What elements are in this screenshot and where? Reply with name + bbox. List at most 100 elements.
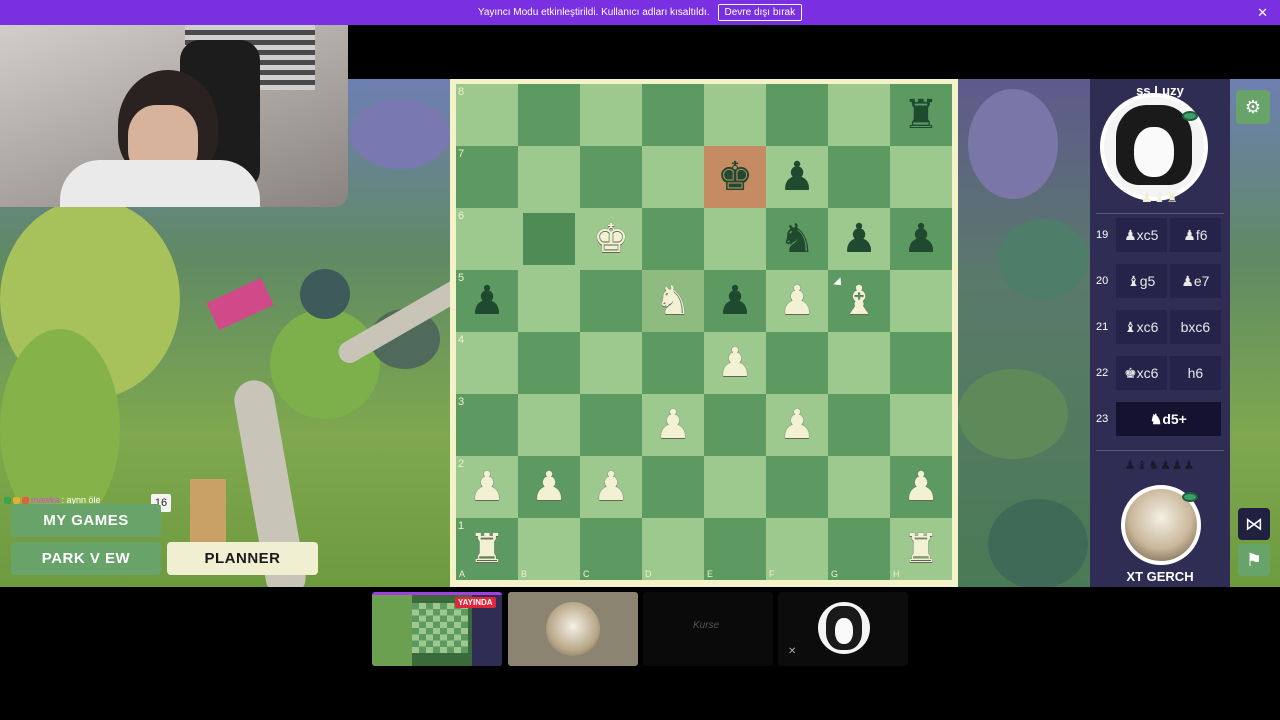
square-b4[interactable]	[518, 332, 580, 394]
square-d2[interactable]	[642, 456, 704, 518]
square-c6[interactable]: ♚	[580, 208, 642, 270]
disable-streamer-mode-button[interactable]: Devre dışı bırak	[717, 4, 803, 21]
square-a1[interactable]: 1 A ♜	[456, 518, 518, 580]
white-pawn-icon[interactable]: ♟	[779, 281, 815, 321]
white-move[interactable]: ♟xc5	[1115, 218, 1167, 252]
square-b7[interactable]	[518, 146, 580, 208]
square-c3[interactable]	[580, 394, 642, 456]
square-h1[interactable]: H ♜	[890, 518, 952, 580]
square-b8[interactable]	[518, 84, 580, 146]
eye-icon[interactable]	[1182, 492, 1198, 502]
square-h8[interactable]: ♜	[890, 84, 952, 146]
white-move[interactable]: ♝xc6	[1115, 310, 1167, 344]
gear-icon[interactable]: ⚙	[1236, 90, 1270, 124]
square-a5[interactable]: 5 ♟	[456, 270, 518, 332]
square-f2[interactable]	[766, 456, 828, 518]
square-g2[interactable]	[828, 456, 890, 518]
my-games-button[interactable]: MY GAMES	[11, 504, 161, 537]
black-move[interactable]: h6	[1169, 356, 1221, 390]
square-d1[interactable]: D	[642, 518, 704, 580]
white-pawn-icon[interactable]: ♟	[531, 467, 567, 507]
white-rook-icon[interactable]: ♜	[469, 529, 505, 569]
white-move[interactable]: ♞d5+	[1115, 402, 1221, 436]
black-move[interactable]: ♟f6	[1169, 218, 1221, 252]
planner-button[interactable]: PLANNER	[167, 542, 318, 575]
square-c2[interactable]: ♟	[580, 456, 642, 518]
white-pawn-icon[interactable]: ♟	[717, 343, 753, 383]
square-a3[interactable]: 3	[456, 394, 518, 456]
square-b1[interactable]: B	[518, 518, 580, 580]
black-king-icon[interactable]: ♚	[717, 157, 753, 197]
close-icon[interactable]: ✕	[1257, 5, 1268, 21]
black-pawn-icon[interactable]: ♟	[469, 281, 505, 321]
white-knight-icon[interactable]: ♞	[655, 281, 691, 321]
square-g3[interactable]	[828, 394, 890, 456]
square-e4[interactable]: ♟	[704, 332, 766, 394]
stream-thumbnail-logo[interactable]: Kurse	[643, 592, 773, 666]
square-b2[interactable]: ♟	[518, 456, 580, 518]
square-f1[interactable]: F	[766, 518, 828, 580]
white-move[interactable]: ♝g5	[1115, 264, 1167, 298]
square-d8[interactable]	[642, 84, 704, 146]
square-g8[interactable]	[828, 84, 890, 146]
square-d7[interactable]	[642, 146, 704, 208]
white-rook-icon[interactable]: ♜	[903, 529, 939, 569]
square-h7[interactable]	[890, 146, 952, 208]
square-f5[interactable]: ♟	[766, 270, 828, 332]
square-c4[interactable]	[580, 332, 642, 394]
black-move[interactable]: ♟e7	[1169, 264, 1221, 298]
park-view-button[interactable]: PARK V EW	[11, 542, 161, 575]
square-e6[interactable]	[704, 208, 766, 270]
white-pawn-icon[interactable]: ♟	[655, 405, 691, 445]
square-a6[interactable]: 6	[456, 208, 518, 270]
square-e1[interactable]: E	[704, 518, 766, 580]
square-f3[interactable]: ♟	[766, 394, 828, 456]
square-f7[interactable]: ♟	[766, 146, 828, 208]
square-a8[interactable]: 8	[456, 84, 518, 146]
white-move[interactable]: ♚xc6	[1115, 356, 1167, 390]
square-f4[interactable]	[766, 332, 828, 394]
white-pawn-icon[interactable]: ♟	[903, 467, 939, 507]
black-pawn-icon[interactable]: ♟	[903, 219, 939, 259]
square-h2[interactable]: ♟	[890, 456, 952, 518]
square-c1[interactable]: C	[580, 518, 642, 580]
black-pawn-icon[interactable]: ♟	[717, 281, 753, 321]
stream-thumbnail-tiger[interactable]	[508, 592, 638, 666]
black-move[interactable]: bxc6	[1169, 310, 1221, 344]
black-pawn-icon[interactable]: ♟	[841, 219, 877, 259]
white-bishop-icon[interactable]: ♝	[841, 281, 877, 321]
square-c5[interactable]	[580, 270, 642, 332]
square-g1[interactable]: G	[828, 518, 890, 580]
square-c8[interactable]	[580, 84, 642, 146]
square-g4[interactable]	[828, 332, 890, 394]
chess-board[interactable]: 8 ♜ 7 ♚ ♟ 6 ♚ ♞ ♟ ♟ 5 ♟ ♞ ♟ ♟ ♝ 4 ♟ 3 ♟ ♟ 2 ♟ ♟ ♟ ♟ 1 A ♜ B C D E F G H ♜	[456, 84, 952, 580]
square-h5[interactable]	[890, 270, 952, 332]
square-h3[interactable]	[890, 394, 952, 456]
eye-icon[interactable]	[1182, 111, 1198, 121]
square-a4[interactable]: 4	[456, 332, 518, 394]
square-a7[interactable]: 7	[456, 146, 518, 208]
white-pawn-icon[interactable]: ♟	[593, 467, 629, 507]
flag-icon[interactable]: ⚑	[1238, 544, 1270, 576]
square-b5[interactable]	[518, 270, 580, 332]
square-d6[interactable]	[642, 208, 704, 270]
top-player-avatar[interactable]	[1100, 93, 1208, 201]
share-icon[interactable]: ⋈	[1238, 508, 1270, 540]
white-pawn-icon[interactable]: ♟	[469, 467, 505, 507]
square-e7[interactable]: ♚	[704, 146, 766, 208]
square-f8[interactable]	[766, 84, 828, 146]
stream-thumbnail-anime[interactable]: ✕	[778, 592, 908, 666]
black-pawn-icon[interactable]: ♟	[779, 157, 815, 197]
square-h4[interactable]	[890, 332, 952, 394]
square-b6[interactable]	[518, 208, 580, 270]
black-knight-icon[interactable]: ♞	[779, 219, 815, 259]
square-e3[interactable]	[704, 394, 766, 456]
square-f6[interactable]: ♞	[766, 208, 828, 270]
square-e2[interactable]	[704, 456, 766, 518]
square-d3[interactable]: ♟	[642, 394, 704, 456]
square-b3[interactable]	[518, 394, 580, 456]
square-g7[interactable]	[828, 146, 890, 208]
square-d5[interactable]: ♞	[642, 270, 704, 332]
square-g6[interactable]: ♟	[828, 208, 890, 270]
square-e8[interactable]	[704, 84, 766, 146]
